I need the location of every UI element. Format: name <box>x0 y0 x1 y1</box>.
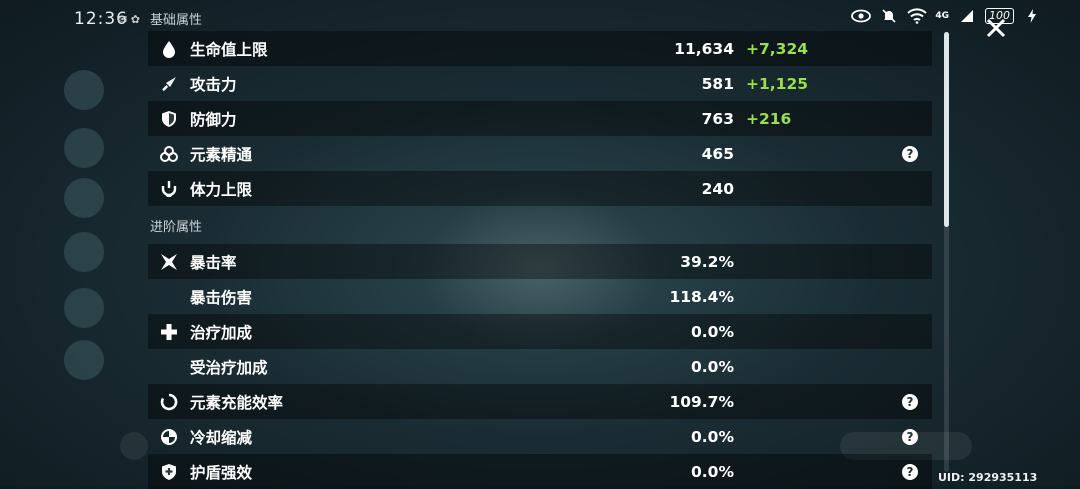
help-icon[interactable]: ? <box>902 393 918 410</box>
stat-value: 0.0% <box>691 462 734 481</box>
notification-icons: ✉ ✿ <box>118 13 140 26</box>
signal-icon <box>957 8 977 24</box>
stat-row: 受治疗加成 0.0% <box>148 349 932 384</box>
stat-label: 元素充能效率 <box>190 393 284 412</box>
party-avatar <box>64 128 104 168</box>
stat-value: 0.0% <box>691 427 734 446</box>
hp-drop-icon <box>158 38 180 60</box>
stat-value: 11,634 <box>674 39 734 58</box>
party-avatar <box>64 288 104 328</box>
attributes-panel[interactable]: 基础属性 生命值上限 11,634 +7,324 攻击力 581 +1,125 … <box>148 0 932 489</box>
help-icon[interactable]: ? <box>902 463 918 480</box>
stat-label: 防御力 <box>190 110 237 129</box>
bg-button <box>120 432 148 460</box>
stat-row: 元素精通 465 ? <box>148 136 932 171</box>
stat-row: 暴击率 39.2% <box>148 244 932 279</box>
stat-row: 治疗加成 0.0% <box>148 314 932 349</box>
stat-label: 暴击伤害 <box>190 288 253 307</box>
stat-row: 体力上限 240 <box>148 171 932 206</box>
party-avatar <box>64 70 104 110</box>
stat-label: 体力上限 <box>190 180 253 199</box>
stat-label: 治疗加成 <box>190 323 253 342</box>
stat-row: 攻击力 581 +1,125 <box>148 66 932 101</box>
stat-row: 防御力 763 +216 <box>148 101 932 136</box>
scrollbar-thumb[interactable] <box>944 32 949 227</box>
charging-icon <box>1022 8 1042 24</box>
elemental-mastery-icon <box>158 143 180 165</box>
crit-rate-icon <box>158 251 180 273</box>
stat-row: 护盾强效 0.0% ? <box>148 454 932 489</box>
stat-row: 生命值上限 11,634 +7,324 <box>148 31 932 66</box>
party-avatar <box>64 178 104 218</box>
stat-label: 冷却缩减 <box>190 428 253 447</box>
stat-label: 受治疗加成 <box>190 358 268 377</box>
healing-cross-icon <box>158 321 180 343</box>
stat-value: 0.0% <box>691 357 734 376</box>
shield-icon <box>158 108 180 130</box>
stat-bonus: +1,125 <box>746 74 809 93</box>
stat-row: 冷却缩减 0.0% ? <box>148 419 932 454</box>
section-advanced-attributes: 进阶属性 <box>150 220 203 235</box>
help-icon[interactable]: ? <box>902 145 918 162</box>
network-type: 4G <box>935 11 949 21</box>
stat-value: 39.2% <box>680 252 734 271</box>
stat-label: 护盾强效 <box>190 463 253 482</box>
close-icon <box>986 18 1006 38</box>
help-icon[interactable]: ? <box>902 428 918 445</box>
energy-recharge-icon <box>158 391 180 413</box>
stat-row: 暴击伤害 118.4% <box>148 279 932 314</box>
section-base-attributes: 基础属性 <box>150 13 203 28</box>
stat-value: 118.4% <box>669 287 734 306</box>
sword-icon <box>158 73 180 95</box>
stat-label: 攻击力 <box>190 75 237 94</box>
cooldown-icon <box>158 426 180 448</box>
stat-value: 0.0% <box>691 322 734 341</box>
stat-bonus: +7,324 <box>746 39 809 58</box>
stat-row: 元素充能效率 109.7% ? <box>148 384 932 419</box>
uid-label: UID: 292935113 <box>938 471 1038 484</box>
shield-strength-icon <box>158 461 180 483</box>
stat-label: 元素精通 <box>190 145 253 164</box>
party-avatar <box>64 340 104 380</box>
stat-value: 763 <box>701 109 734 128</box>
stat-value: 240 <box>701 179 734 198</box>
stat-label: 暴击率 <box>190 253 237 272</box>
party-avatar <box>64 232 104 272</box>
stat-value: 109.7% <box>669 392 734 411</box>
stat-bonus: +216 <box>746 109 792 128</box>
stat-value: 581 <box>701 74 734 93</box>
close-button[interactable] <box>984 16 1008 40</box>
stat-label: 生命值上限 <box>190 40 268 59</box>
stat-value: 465 <box>701 144 734 163</box>
stamina-icon <box>158 178 180 200</box>
